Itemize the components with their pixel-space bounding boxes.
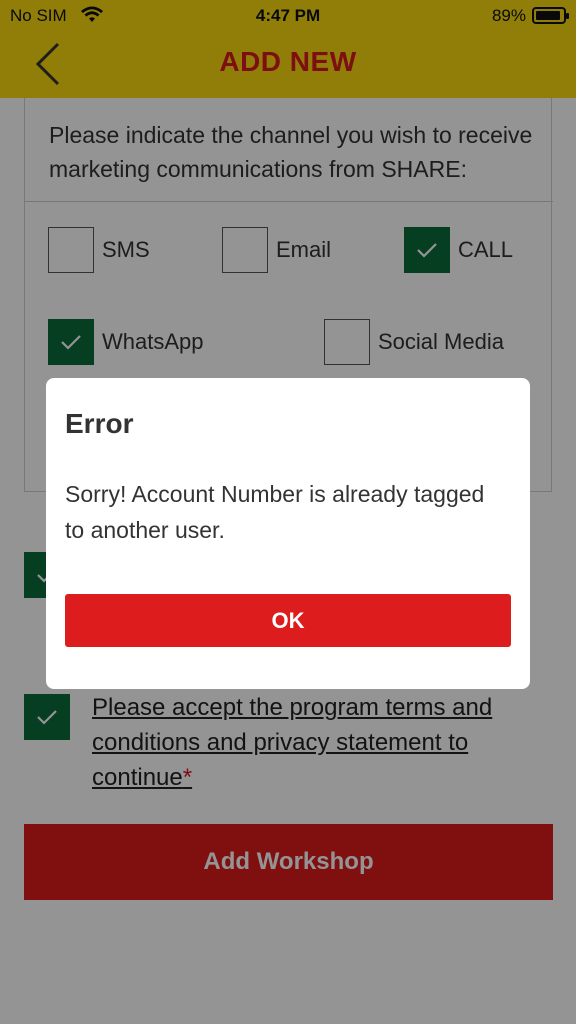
ok-button[interactable]: OK <box>65 594 511 647</box>
dialog-title: Error <box>65 408 134 439</box>
dialog-message: Sorry! Account Number is already tagged … <box>65 481 485 543</box>
error-dialog: Error Sorry! Account Number is already t… <box>46 378 530 689</box>
